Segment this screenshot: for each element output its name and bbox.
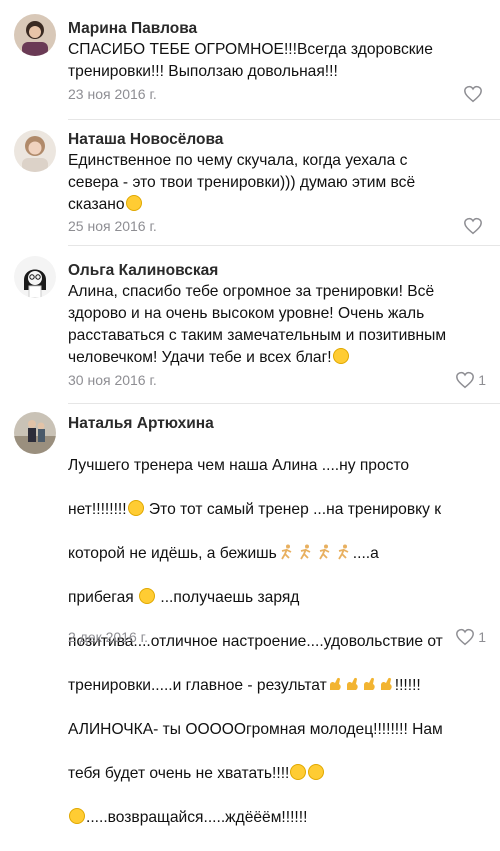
comment-item: Наталья Артюхина Лучшего тренера чем наш… — [0, 404, 500, 826]
comment-text-part: ...получаешь заряд — [156, 589, 300, 606]
flexed-biceps-emoji-icon — [379, 676, 394, 692]
comment-line: которой не идёшь, а бежишь ....а — [68, 543, 488, 565]
comment-author[interactable]: Ольга Калиновская — [68, 262, 218, 280]
comment-text-part: прибегая — [68, 589, 139, 606]
runner-emoji-icon — [280, 544, 293, 560]
avatar[interactable] — [14, 412, 56, 454]
comment-text: СПАСИБО ТЕБЕ ОГРОМНОЕ!!!Всегда здоровски… — [68, 41, 433, 80]
comment-date: 25 ноя 2016 г. — [68, 218, 157, 234]
smile-emoji-icon — [332, 348, 349, 364]
runner-emoji-icon — [299, 544, 312, 560]
crying-emoji-icon — [69, 808, 85, 824]
comment-text-part: тренировки.....и главное - результат — [68, 677, 327, 694]
laughing-emoji-icon — [125, 195, 142, 211]
heart-icon — [456, 371, 475, 389]
comment-text: Алина, спасибо тебе огромное за трениров… — [68, 281, 488, 369]
comment-text-part: нет!!!!!!!! — [68, 501, 127, 518]
runner-emoji-icon — [337, 544, 350, 560]
comment-text-part: Алина, спасибо тебе огромное за трениров… — [68, 283, 447, 366]
comment-item: Ольга Калиновская Алина, спасибо тебе ог… — [0, 246, 500, 404]
like-button[interactable]: 1 — [455, 370, 486, 390]
like-count: 1 — [478, 629, 486, 645]
comment-author[interactable]: Наташа Новосёлова — [68, 131, 223, 149]
comment-text-part: ....а — [352, 545, 379, 562]
relieved-emoji-icon — [139, 588, 156, 604]
like-button[interactable] — [463, 216, 486, 236]
heart-icon — [456, 628, 475, 646]
comment-line: тренировки.....и главное - результат!!!!… — [68, 675, 488, 697]
comment-date: 2 дек 2016 г. — [68, 629, 148, 645]
like-button[interactable] — [463, 84, 486, 104]
comment-text-part: Единственное по чему скучала, когда уеха… — [68, 152, 416, 213]
avatar[interactable] — [14, 256, 56, 298]
flexed-biceps-emoji-icon — [362, 676, 377, 692]
comment-line: Лучшего тренера чем наша Алина ....ну пр… — [68, 457, 410, 474]
crying-emoji-icon — [290, 764, 307, 780]
comment-line: нет!!!!!!!! Это тот самый тренер ...на т… — [68, 499, 488, 521]
like-count: 1 — [478, 372, 486, 388]
comment-text-part: Это тот самый тренер ...на тренировку к — [144, 501, 442, 518]
comment-text: Единственное по чему скучала, когда уеха… — [68, 150, 488, 216]
comment-text-part: !!!!!! — [394, 677, 421, 694]
comment-line: АЛИНОЧКА- ты ОООООгромная молодец!!!!!!!… — [68, 721, 443, 738]
comment-line: тебя будет очень не хватать!!!! — [68, 763, 488, 785]
comment-author[interactable]: Наталья Артюхина — [68, 415, 214, 433]
halo-emoji-icon — [127, 500, 144, 516]
like-button[interactable]: 1 — [455, 627, 486, 647]
comment-line: прибегая ...получаешь заряд — [68, 587, 488, 609]
comment-text-part: .....возвращайся.....ждёёём!!!!!! — [86, 809, 308, 826]
heart-icon — [464, 217, 482, 235]
comment-line: .....возвращайся.....ждёёём!!!!!! — [68, 807, 488, 829]
flexed-biceps-emoji-icon — [328, 676, 343, 692]
comment-item: Наташа Новосёлова Единственное по чему с… — [0, 120, 500, 246]
comment-date: 23 ноя 2016 г. — [68, 86, 157, 102]
avatar[interactable] — [14, 14, 56, 56]
comment-text-part: тебя будет очень не хватать!!!! — [68, 765, 290, 782]
comment-item: Марина Павлова СПАСИБО ТЕБЕ ОГРОМНОЕ!!!В… — [0, 0, 500, 120]
crying-emoji-icon — [308, 764, 325, 780]
comment-date: 30 ноя 2016 г. — [68, 372, 157, 388]
runner-emoji-icon — [318, 544, 331, 560]
heart-icon — [464, 85, 482, 103]
avatar[interactable] — [14, 130, 56, 172]
comment-author[interactable]: Марина Павлова — [68, 20, 197, 38]
comment-text-part: которой не идёшь, а бежишь — [68, 545, 277, 562]
flexed-biceps-emoji-icon — [345, 676, 360, 692]
